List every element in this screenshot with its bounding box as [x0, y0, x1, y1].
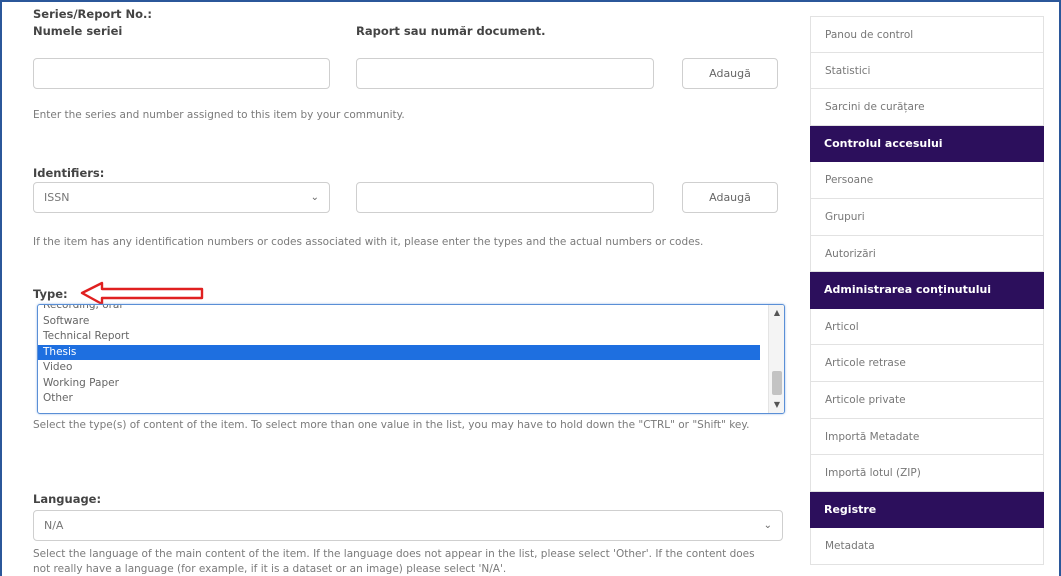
sidebar-item[interactable]: Importă Metadate [810, 418, 1044, 456]
type-option[interactable]: Working Paper [38, 376, 784, 392]
type-title: Type: [33, 287, 68, 301]
sidebar-item[interactable]: Panou de control [810, 16, 1044, 53]
series-help-text: Enter the series and number assigned to … [33, 109, 405, 121]
type-option[interactable]: Technical Report [38, 329, 784, 345]
type-options: Recording, oral Software Technical Report T… [38, 305, 784, 407]
type-option[interactable]: Video [38, 360, 784, 376]
identifier-add-button[interactable]: Adaugă [682, 182, 778, 213]
type-listbox[interactable]: Recording, oral Software Technical Report T… [37, 304, 785, 414]
submission-form: Series/Report No.: Numele seriei Raport … [30, 2, 790, 576]
identifier-value-input[interactable] [356, 182, 654, 213]
sidebar-item[interactable]: Autorizări [810, 235, 1044, 273]
type-option[interactable]: Software [38, 314, 784, 330]
language-help-text: Select the language of the main content … [33, 548, 755, 575]
sidebar-item[interactable]: Importă lotul (ZIP) [810, 455, 1044, 492]
page-frame: Series/Report No.: Numele seriei Raport … [0, 0, 1061, 576]
type-help-text: Select the type(s) of content of the ite… [33, 419, 750, 431]
sidebar-section-header: Administrarea conținutului [810, 272, 1044, 309]
sidebar-section-header: Controlul accesului [810, 125, 1044, 163]
sidebar-item[interactable]: Grupuri [810, 198, 1044, 236]
language-value: N/A [44, 519, 64, 532]
sidebar-item[interactable]: Articole retrase [810, 345, 1044, 382]
type-option[interactable]: Thesis [38, 344, 760, 360]
identifier-type-select[interactable]: ISSN ⌄ [33, 182, 330, 213]
series-add-button[interactable]: Adaugă [682, 58, 778, 89]
chevron-down-icon: ⌄ [310, 192, 319, 203]
identifiers-title: Identifiers: [33, 166, 105, 180]
series-name-input[interactable] [33, 58, 330, 89]
chevron-down-icon: ⌄ [763, 520, 772, 531]
sidebar-item[interactable]: Articole private [810, 381, 1044, 419]
scrollbar-thumb[interactable] [772, 371, 782, 395]
sidebar-item[interactable]: Statistici [810, 52, 1044, 90]
series-name-label: Numele seriei [33, 24, 123, 38]
type-listbox-scrollbar[interactable]: ▲ ▼ [768, 305, 784, 413]
language-title: Language: [33, 492, 102, 506]
sidebar-item[interactable]: Sarcini de curățare [810, 89, 1044, 126]
admin-sidebar: Panou de control Statistici Sarcini de cur… [810, 16, 1044, 565]
series-number-input[interactable] [356, 58, 654, 89]
identifiers-help-text: If the item has any identification numbe… [33, 236, 704, 248]
sidebar-section-header: Registre [810, 491, 1044, 529]
type-option[interactable]: Recording, oral [38, 305, 784, 314]
series-number-label: Raport sau număr document. [356, 24, 546, 38]
type-option[interactable]: Other [38, 391, 784, 407]
scroll-up-icon[interactable]: ▲ [769, 307, 784, 319]
series-title: Series/Report No.: [33, 7, 152, 21]
scroll-down-icon[interactable]: ▼ [769, 399, 784, 411]
identifier-type-value: ISSN [44, 191, 70, 204]
language-select[interactable]: N/A ⌄ [33, 510, 783, 541]
sidebar-item[interactable]: Persoane [810, 162, 1044, 199]
sidebar-item[interactable]: Articol [810, 308, 1044, 346]
sidebar-item[interactable]: Metadata [810, 528, 1044, 565]
